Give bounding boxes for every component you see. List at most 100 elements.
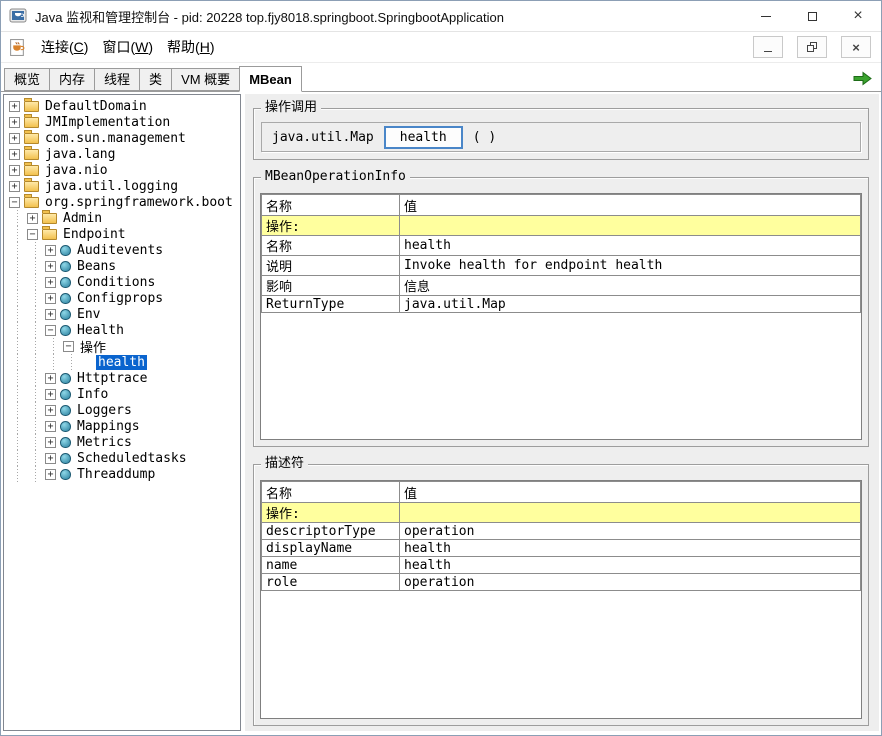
tree-indent-guide <box>9 466 27 482</box>
tree-item-com.sun.management[interactable]: +com.sun.management <box>6 130 240 146</box>
mdi-close-button[interactable]: × <box>841 36 871 58</box>
operation-info-table-row[interactable]: 操作: <box>262 216 861 236</box>
operation-info-table-row[interactable]: ReturnTypejava.util.Map <box>262 296 861 313</box>
expand-toggle-icon[interactable]: + <box>9 165 20 176</box>
operation-return-type: java.util.Map <box>272 130 374 145</box>
expand-toggle-icon[interactable]: + <box>9 133 20 144</box>
expand-toggle-icon[interactable]: + <box>45 453 56 464</box>
tree-indent-guide <box>27 434 45 450</box>
menubar: 连接(C)窗口(W)帮助(H) × <box>1 31 881 63</box>
tab-classes[interactable]: 类 <box>139 68 172 91</box>
expand-toggle-icon[interactable]: + <box>45 437 56 448</box>
tab-overview[interactable]: 概览 <box>4 68 50 91</box>
descriptor-table-row[interactable]: roleoperation <box>262 574 861 591</box>
tree-item-Httptrace[interactable]: +Httptrace <box>6 370 240 386</box>
operation-info-table-row[interactable]: 影响信息 <box>262 276 861 296</box>
operation-invocation-title: 操作调用 <box>261 100 321 116</box>
mdi-minimize-button[interactable] <box>753 36 783 58</box>
row-name-cell: 名称 <box>262 236 400 256</box>
expand-toggle-icon[interactable]: + <box>9 101 20 112</box>
expand-toggle-icon[interactable]: + <box>9 117 20 128</box>
expand-toggle-icon[interactable]: + <box>45 421 56 432</box>
expand-toggle-icon[interactable]: + <box>45 277 56 288</box>
descriptor-group: 描述符 名称值操作:descriptorTypeoperationdisplay… <box>253 464 869 726</box>
tree-item-Beans[interactable]: +Beans <box>6 258 240 274</box>
mbean-icon <box>60 437 71 448</box>
descriptor-table-row[interactable]: displayNamehealth <box>262 540 861 557</box>
descriptor-table-row[interactable]: namehealth <box>262 557 861 574</box>
tree-item-Loggers[interactable]: +Loggers <box>6 402 240 418</box>
collapse-toggle-icon[interactable]: − <box>9 197 20 208</box>
expand-toggle-icon[interactable]: + <box>45 309 56 320</box>
tree-item-Threaddump[interactable]: +Threaddump <box>6 466 240 482</box>
close-button[interactable]: × <box>835 1 881 31</box>
expand-toggle-icon[interactable]: + <box>27 213 38 224</box>
tree-item-Admin[interactable]: +Admin <box>6 210 240 226</box>
expand-toggle-icon[interactable]: + <box>45 469 56 480</box>
folder-icon <box>24 165 39 176</box>
mbean-operation-info-table-container[interactable]: 名称值操作:名称health说明Invoke health for endpoi… <box>260 193 862 440</box>
mbean-tree[interactable]: +DefaultDomain+JMImplementation+com.sun.… <box>3 94 241 731</box>
tree-item-java.nio[interactable]: +java.nio <box>6 162 240 178</box>
expand-toggle-icon[interactable]: + <box>45 373 56 384</box>
expand-toggle-icon[interactable]: + <box>45 261 56 272</box>
tree-item-java.util.logging[interactable]: +java.util.logging <box>6 178 240 194</box>
toggle-spacer <box>81 357 96 368</box>
tree-item-Mappings[interactable]: +Mappings <box>6 418 240 434</box>
tree-item-Env[interactable]: + Env <box>6 306 240 322</box>
tree-item-Endpoint[interactable]: −Endpoint <box>6 226 240 242</box>
expand-toggle-icon[interactable]: + <box>45 389 56 400</box>
tab-memory[interactable]: 内存 <box>49 68 95 91</box>
expand-toggle-icon[interactable]: + <box>9 149 20 160</box>
collapse-toggle-icon[interactable]: − <box>63 341 74 352</box>
tree-item-Health[interactable]: −Health <box>6 322 240 338</box>
row-name-cell: 影响 <box>262 276 400 296</box>
tab-mbeans[interactable]: MBean <box>239 66 302 92</box>
tree-item-Scheduledtasks[interactable]: +Scheduledtasks <box>6 450 240 466</box>
tab-threads[interactable]: 线程 <box>94 68 140 91</box>
tree-item-java.lang[interactable]: +java.lang <box>6 146 240 162</box>
expand-toggle-icon[interactable]: + <box>9 181 20 192</box>
window-controls: × <box>743 1 881 31</box>
tree-item-Metrics[interactable]: +Metrics <box>6 434 240 450</box>
tree-item-Conditions[interactable]: +Conditions <box>6 274 240 290</box>
tree-item-Auditevents[interactable]: +Auditevents <box>6 242 240 258</box>
tree-item-health[interactable]: health <box>6 354 240 370</box>
tab-vm-summary[interactable]: VM 概要 <box>171 68 240 91</box>
mdi-restore-button[interactable] <box>797 36 827 58</box>
collapse-toggle-icon[interactable]: − <box>27 229 38 240</box>
maximize-button[interactable] <box>789 1 835 31</box>
folder-icon <box>24 197 39 208</box>
minimize-button[interactable] <box>743 1 789 31</box>
menu-help[interactable]: 帮助(H) <box>160 34 221 60</box>
tree-item-操作[interactable]: −操作 <box>6 338 240 354</box>
tree-indent-guide <box>27 322 45 338</box>
tree-item-Configprops[interactable]: +Configprops <box>6 290 240 306</box>
descriptor-table-container[interactable]: 名称值操作:descriptorTypeoperationdisplayName… <box>260 480 862 719</box>
operation-invoke-button[interactable]: health <box>384 126 463 149</box>
tree-indent-guide <box>9 242 27 258</box>
expand-toggle-icon[interactable]: + <box>45 405 56 416</box>
descriptor-table-row[interactable]: descriptorTypeoperation <box>262 523 861 540</box>
expand-toggle-icon[interactable]: + <box>45 293 56 304</box>
row-value-cell: health <box>400 540 861 557</box>
operation-info-table-row[interactable]: 说明Invoke health for endpoint health <box>262 256 861 276</box>
tree-item-org.springframework.boot[interactable]: −org.springframework.boot <box>6 194 240 210</box>
tree-item-Info[interactable]: +Info <box>6 386 240 402</box>
tree-indent-guide <box>27 354 45 370</box>
menu-connect[interactable]: 连接(C) <box>34 34 95 60</box>
operation-params: ( ) <box>473 130 496 145</box>
tree-indent-guide <box>9 418 27 434</box>
collapse-toggle-icon[interactable]: − <box>45 325 56 336</box>
row-value-cell: health <box>400 557 861 574</box>
tree-indent-guide <box>9 354 27 370</box>
menu-window[interactable]: 窗口(W) <box>95 34 160 60</box>
mbean-operation-info-title: MBeanOperationInfo <box>261 169 410 185</box>
tree-item-DefaultDomain[interactable]: +DefaultDomain <box>6 98 240 114</box>
mbean-operation-info-table: 名称值操作:名称health说明Invoke health for endpoi… <box>261 194 861 313</box>
expand-toggle-icon[interactable]: + <box>45 245 56 256</box>
operation-info-table-row[interactable]: 名称health <box>262 236 861 256</box>
tree-item-JMImplementation[interactable]: +JMImplementation <box>6 114 240 130</box>
descriptor-table-row[interactable]: 操作: <box>262 503 861 523</box>
tree-item-label: Env <box>75 307 102 322</box>
